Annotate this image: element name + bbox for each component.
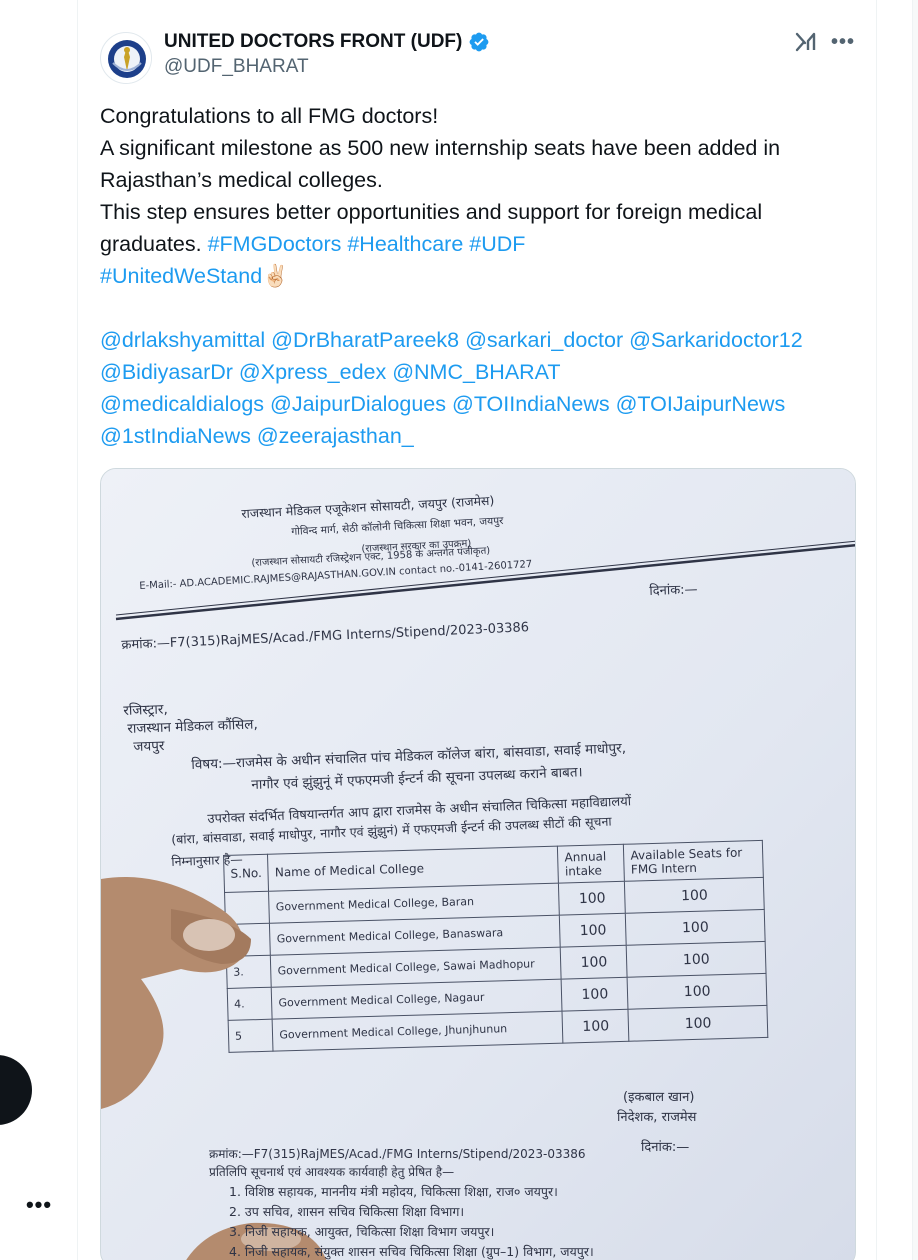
mentions-line-3[interactable]: @medicaldialogs @JaipurDialogues @TOIInd…	[100, 392, 785, 416]
table-cell: 100	[624, 877, 765, 914]
udf-emblem-icon	[103, 35, 151, 83]
page: ••• UNITED DOCTORS FRONT (UDF) @UDF_BHAR…	[0, 0, 918, 1260]
doc-table: S.No. Name of Medical College Annual int…	[223, 840, 768, 1055]
table-cell: 100	[626, 941, 767, 978]
table-cell: 100	[628, 1005, 768, 1042]
doc-copy-4: 4. निजी सहायक, संयुक्त शासन सचिव चिकित्स…	[229, 1244, 594, 1259]
doc-sign1: (इकबाल खान)	[623, 1090, 695, 1105]
table-cell: 100	[562, 1009, 630, 1044]
verified-badge-icon	[469, 32, 489, 52]
doc-copy-1: 1. विशिष्ठ सहायक, माननीय मंत्री महोदय, च…	[229, 1184, 558, 1199]
author-block[interactable]: UNITED DOCTORS FRONT (UDF) @UDF_BHARAT	[164, 30, 490, 80]
table-cell: 100	[625, 909, 766, 946]
hand-image	[101, 877, 251, 1109]
tweet: UNITED DOCTORS FRONT (UDF) @UDF_BHARAT •…	[77, 0, 877, 1260]
display-name[interactable]: UNITED DOCTORS FRONT (UDF)	[164, 30, 490, 54]
left-more-icon[interactable]: •••	[22, 1190, 56, 1220]
doc-ref-no2: क्रमांक:—F7(315)RajMES/Acad./FMG Interns…	[209, 1147, 586, 1161]
display-name-text[interactable]: UNITED DOCTORS FRONT (UDF)	[164, 30, 462, 54]
right-edge	[912, 0, 918, 1260]
peace-emoji: ✌🏻	[262, 264, 289, 288]
doc-copy-3: 3. निजी सहायक, आयुक्त, चिकित्सा शिक्षा व…	[229, 1224, 495, 1239]
doc-date-label: दिनांक:—	[649, 582, 698, 599]
table-cell: 100	[559, 913, 627, 948]
more-icon[interactable]: •••	[828, 30, 858, 54]
doc-sign2: निदेशक, राजमेस	[617, 1110, 697, 1125]
table-cell: 100	[560, 945, 628, 980]
handle[interactable]: @UDF_BHARAT	[164, 54, 490, 80]
doc-table-header-seats: Available Seats for FMG Intern	[623, 840, 764, 882]
tweet-text: Congratulations to all FMG doctors! A si…	[100, 100, 860, 452]
table-cell: 100	[627, 973, 767, 1010]
doc-copy-line: प्रतिलिपि सूचनार्थ एवं आवश्यक कार्यवाही …	[209, 1165, 455, 1179]
table-cell: 100	[561, 977, 629, 1012]
tweet-header: UNITED DOCTORS FRONT (UDF) @UDF_BHARAT •…	[100, 30, 856, 84]
doc-addr3: जयपुर	[133, 737, 165, 755]
doc-table-header-intake: Annual intake	[557, 844, 625, 884]
mentions-line-4[interactable]: @1stIndiaNews @zeerajasthan_	[100, 424, 414, 448]
mentions-line-2[interactable]: @BidiyasarDr @Xpress_edex @NMC_BHARAT	[100, 360, 561, 384]
grok-icon[interactable]	[794, 30, 818, 54]
doc-addr1: रजिस्ट्रार,	[123, 701, 169, 719]
doc-date-label2: दिनांक:—	[641, 1140, 690, 1155]
avatar[interactable]	[100, 32, 152, 84]
table-cell: 100	[558, 881, 626, 916]
compose-button-partial[interactable]	[0, 1055, 32, 1125]
doc-copy-2: 2. उप सचिव, शासन सचिव चिकित्सा शिक्षा वि…	[229, 1204, 465, 1219]
mentions-line-1[interactable]: @drlakshyamittal @DrBharatPareek8 @sarka…	[100, 328, 803, 352]
table-cell: Government Medical College, Jhunjhunun	[272, 1011, 564, 1052]
tweet-image[interactable]: राजस्थान मेडिकल एजूकेशन सोसायटी, जयपुर (…	[100, 468, 856, 1260]
